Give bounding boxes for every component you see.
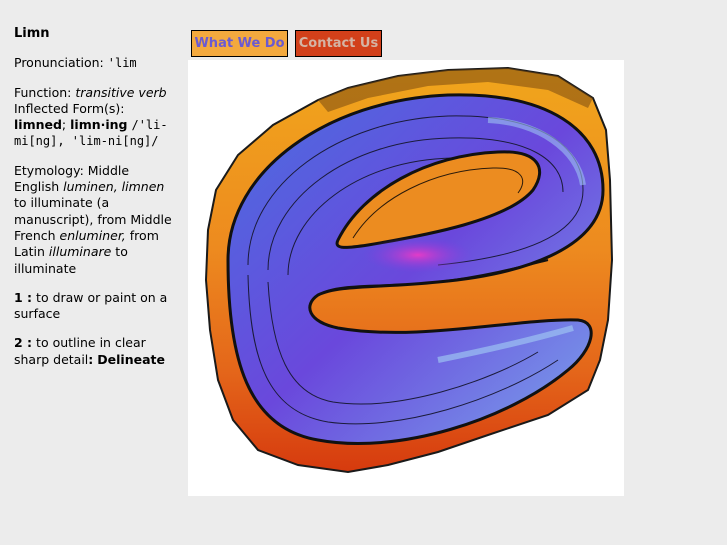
definition-2: 2 : to outline in clear sharp detail: De… [14, 335, 176, 368]
definition-sidebar: Limn Pronunciation: 'lim Function: trans… [14, 26, 176, 381]
contact-us-button[interactable]: Contact Us [295, 30, 382, 57]
function-label: Function: [14, 84, 72, 100]
definition-1: 1 : to draw or paint on a surface [14, 290, 176, 323]
definition-1-text: to draw or paint on a surface [14, 289, 168, 322]
logo-panel [188, 60, 624, 496]
definition-1-number: 1 : [14, 289, 33, 305]
pronunciation-label: Pronunciation: [14, 55, 104, 71]
etymology-label: Etymology: [14, 162, 84, 178]
etymology-italic-3: illuminare [48, 244, 112, 260]
etymology-italic-2: enluminer, [59, 227, 126, 243]
inflected-label: Inflected Form(s): [14, 100, 125, 116]
what-we-do-button[interactable]: What We Do [191, 30, 288, 57]
word-title: Limn [14, 26, 50, 41]
function-block: Function: transitive verb Inflected Form… [14, 85, 176, 150]
pronunciation-line: Pronunciation: 'lim [14, 55, 176, 71]
definition-2-synonym: Delineate [97, 351, 165, 367]
definition-2-colon: : [88, 351, 94, 367]
inflected-form-2: limn·ing [70, 117, 128, 133]
inflected-separator: ; [61, 117, 67, 133]
letter-e-logo-icon [204, 66, 614, 474]
etymology-italic-1: luminen, limnen [63, 179, 165, 195]
definition-2-number: 2 : [14, 335, 33, 351]
pronunciation-value: 'lim [107, 56, 137, 71]
inflected-form-1: limned [14, 117, 62, 133]
etymology-block: Etymology: Middle English luminen, limne… [14, 163, 176, 277]
function-value: transitive verb [75, 84, 167, 100]
